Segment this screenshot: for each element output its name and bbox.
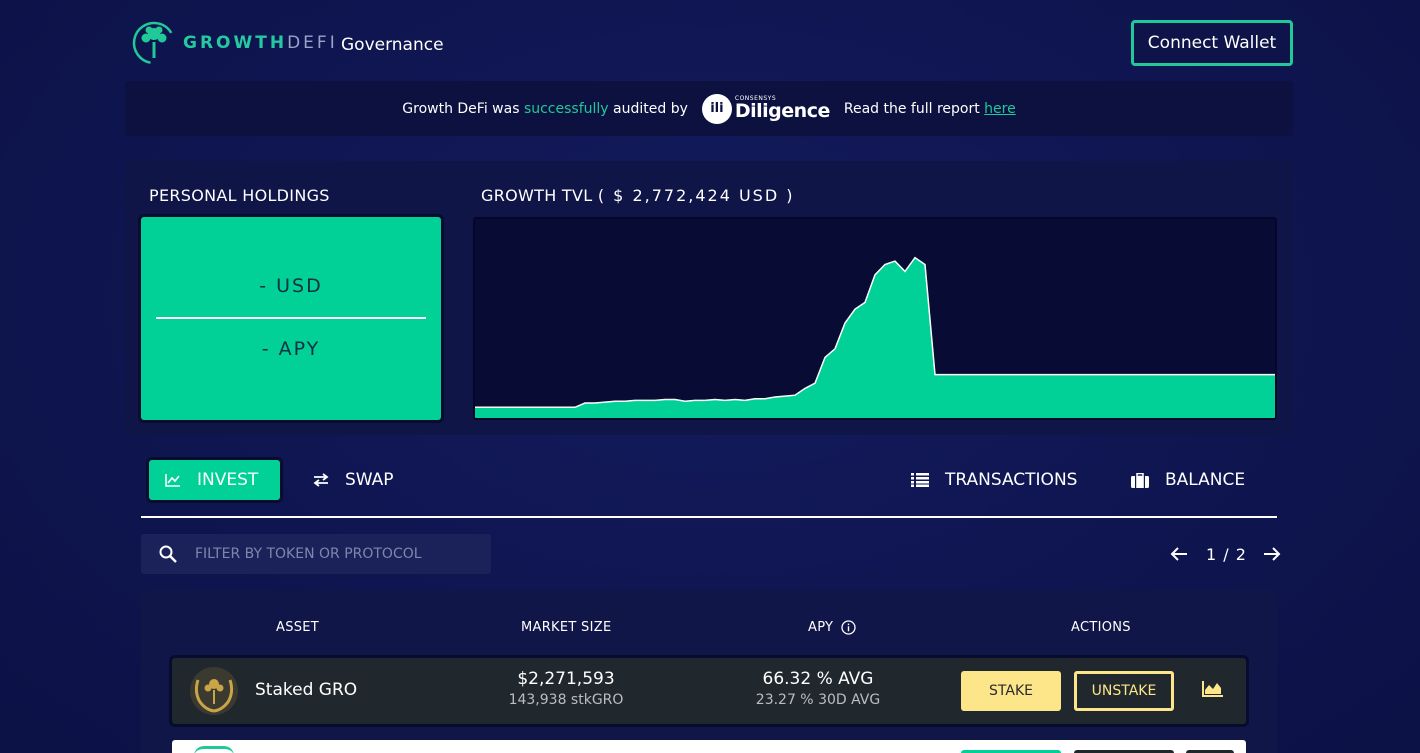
tab-transactions[interactable]: TRANSACTIONS <box>911 460 1077 500</box>
laurel-gro-icon <box>190 667 238 715</box>
page-indicator: 1 / 2 <box>1206 544 1247 564</box>
tvl-title: GROWTH TVL ( $ 2,772,424 USD ) <box>481 186 794 205</box>
brand-defi: DEFI <box>287 33 338 53</box>
holdings-divider <box>156 317 426 319</box>
banner-text-post: audited by <box>613 100 688 117</box>
search-icon <box>159 545 177 563</box>
arrow-right-icon <box>1263 547 1281 561</box>
brand-growth: GROWTH <box>183 33 288 53</box>
tab-invest-label: INVEST <box>197 470 259 490</box>
header-market-size: MARKET SIZE <box>521 620 612 635</box>
market-size-value: $2,271,593 <box>517 669 615 689</box>
diligence-logo-icon: ili <box>701 93 732 124</box>
header-apy: APY <box>808 620 856 635</box>
stake-button[interactable]: STAKE <box>961 671 1061 711</box>
search-input[interactable] <box>195 546 485 562</box>
growth-tree-logo-icon <box>132 21 176 65</box>
tab-swap-label: SWAP <box>345 470 394 490</box>
search-box[interactable] <box>141 534 491 574</box>
tvl-value: ( $ 2,772,424 USD ) <box>597 186 795 205</box>
connect-wallet-button[interactable]: Connect Wallet <box>1131 20 1293 66</box>
briefcase-icon <box>1131 472 1149 488</box>
nav-governance[interactable]: Governance <box>341 35 444 55</box>
tvl-title-prefix: GROWTH TVL <box>481 186 593 205</box>
tabs-divider <box>141 516 1277 518</box>
apy-value: 66.32 % AVG <box>762 669 874 689</box>
unstake-button[interactable]: UNSTAKE <box>1074 671 1174 711</box>
tab-swap[interactable]: SWAP <box>313 460 394 500</box>
audit-banner: Growth DeFi was successfully audited by … <box>125 81 1293 136</box>
tvl-chart-svg <box>475 256 1275 418</box>
market-size-sub: 143,938 stkGRO <box>508 692 624 708</box>
banner-text-pre: Growth DeFi was <box>402 100 520 117</box>
tab-invest[interactable]: INVEST <box>149 460 280 500</box>
tab-balance-label: BALANCE <box>1165 470 1246 490</box>
arrow-left-icon <box>1170 547 1187 561</box>
auditor-name: Diligence <box>734 100 830 122</box>
info-icon[interactable] <box>841 620 856 635</box>
asset-name: Staked GRO <box>255 680 358 700</box>
invest-chart-icon <box>165 474 180 487</box>
tvl-area <box>475 257 1275 418</box>
row2-asset-icon <box>194 746 234 753</box>
report-text: Read the full report <box>843 100 980 117</box>
list-icon <box>911 473 929 487</box>
brand-logo[interactable]: GROWTHDEFI <box>131 20 338 66</box>
area-chart-icon[interactable] <box>1201 679 1225 699</box>
header-asset: ASSET <box>276 620 320 635</box>
tab-balance[interactable]: BALANCE <box>1131 460 1245 500</box>
next-page-button[interactable] <box>1261 543 1283 565</box>
holdings-apy: - APY <box>261 338 321 360</box>
tvl-chart <box>473 217 1277 420</box>
tab-transactions-label: TRANSACTIONS <box>945 470 1078 490</box>
pagination: 1 / 2 <box>1168 540 1283 568</box>
header-actions: ACTIONS <box>1071 620 1131 635</box>
apy-sub: 23.27 % 30D AVG <box>755 692 881 708</box>
banner-text-ok: successfully <box>523 100 609 117</box>
swap-arrows-icon <box>313 473 329 487</box>
prev-page-button[interactable] <box>1168 543 1190 565</box>
header-apy-label: APY <box>808 620 834 635</box>
holdings-usd: - USD <box>259 275 323 297</box>
brand-wordmark: GROWTHDEFI <box>183 33 338 53</box>
diligence-logo: ili CONSENSYS Diligence <box>701 93 830 124</box>
report-link[interactable]: here <box>984 101 1016 117</box>
personal-holdings-title: PERSONAL HOLDINGS <box>149 186 330 205</box>
